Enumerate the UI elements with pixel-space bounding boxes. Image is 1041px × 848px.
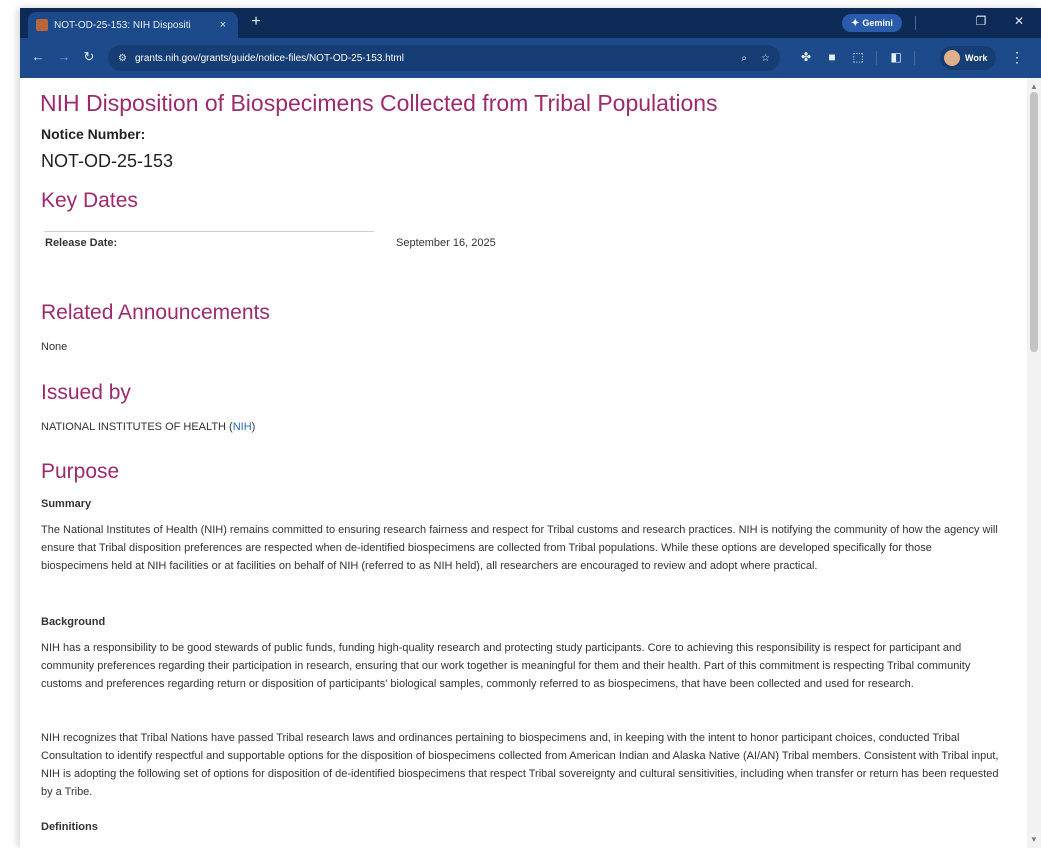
zoom-icon[interactable]: ⌕ — [741, 53, 747, 64]
gemini-button[interactable]: ✦ Gemini — [842, 14, 902, 32]
close-window-icon[interactable]: ✕ — [1008, 14, 1030, 28]
notice-number-label: Notice Number: — [41, 126, 146, 142]
profile-label: Work — [965, 53, 988, 63]
scroll-up-icon[interactable]: ▲ — [1030, 82, 1038, 91]
nih-link[interactable]: NIH — [233, 421, 252, 433]
scroll-down-icon[interactable]: ▼ — [1030, 835, 1038, 844]
notice-number: NOT-OD-25-153 — [41, 151, 174, 171]
reading-list-icon[interactable]: ■ — [824, 50, 840, 64]
summary-paragraph: The National Institutes of Health (NIH) … — [41, 524, 998, 572]
background-paragraph-1: NIH has a responsibility to be good stew… — [41, 642, 971, 690]
gemini-label: Gemini — [862, 18, 893, 28]
profile-button[interactable]: Work — [940, 46, 996, 70]
restore-window-icon[interactable]: ❐ — [970, 14, 992, 28]
release-date-value: September 16, 2025 — [396, 237, 496, 249]
reload-icon[interactable]: ↻ — [81, 49, 97, 65]
summary-heading: Summary — [41, 498, 92, 510]
url-text[interactable]: grants.nih.gov/grants/guide/notice-files… — [135, 53, 727, 64]
tab-title: NOT-OD-25-153: NIH Dispositi — [54, 19, 191, 31]
new-tab-button[interactable]: + — [246, 13, 266, 31]
toolbar-divider — [876, 51, 877, 65]
tabstrip-divider — [915, 16, 916, 30]
key-dates-divider — [44, 231, 374, 232]
vertical-scrollbar[interactable]: ▲ ▼ — [1027, 78, 1041, 848]
background-heading: Background — [41, 616, 106, 628]
menu-icon[interactable]: ⋮ — [1010, 49, 1024, 66]
issued-by-org: NATIONAL INSTITUTES OF HEALTH (NIH) — [41, 421, 255, 433]
toolbar-divider — [914, 51, 915, 65]
extensions-icon[interactable]: ✤ — [798, 50, 814, 64]
tab-strip: NOT-OD-25-153: NIH Dispositi × + ✦ Gemin… — [20, 8, 1041, 38]
issued-by-close: ) — [251, 421, 256, 433]
star-icon[interactable]: ☆ — [761, 53, 770, 64]
browser-toolbar: ← → ↻ ⚙ grants.nih.gov/grants/guide/noti… — [20, 38, 1041, 78]
key-dates-heading: Key Dates — [41, 189, 138, 212]
related-announcements-value: None — [41, 341, 68, 353]
issued-by-org-text: NATIONAL INSTITUTES OF HEALTH ( — [41, 421, 233, 433]
definitions-heading: Definitions — [41, 821, 98, 833]
issued-by-heading: Issued by — [41, 381, 131, 404]
page-viewport: NIH Disposition of Biospecimens Collecte… — [20, 78, 1041, 848]
browser-window: NOT-OD-25-153: NIH Dispositi × + ✦ Gemin… — [20, 8, 1041, 848]
background-paragraph-2: NIH recognizes that Tribal Nations have … — [41, 732, 999, 798]
site-info-icon[interactable]: ⚙ — [118, 53, 127, 64]
download-icon[interactable]: ⬚ — [850, 50, 866, 64]
tab-close-icon[interactable]: × — [216, 19, 230, 31]
purpose-heading: Purpose — [41, 460, 120, 483]
sparkle-icon: ✦ — [851, 17, 860, 29]
forward-icon[interactable]: → — [56, 49, 72, 64]
page-title: NIH Disposition of Biospecimens Collecte… — [40, 90, 718, 116]
favicon-icon — [36, 19, 48, 31]
related-announcements-heading: Related Announcements — [41, 301, 270, 324]
split-screen-icon[interactable]: ◧ — [888, 50, 904, 64]
address-bar[interactable]: ⚙ grants.nih.gov/grants/guide/notice-fil… — [108, 45, 780, 71]
scrollbar-thumb[interactable] — [1030, 92, 1038, 352]
release-date-label: Release Date: — [45, 237, 118, 249]
active-tab[interactable]: NOT-OD-25-153: NIH Dispositi × — [28, 12, 238, 38]
back-icon[interactable]: ← — [30, 49, 46, 64]
avatar — [944, 50, 960, 66]
